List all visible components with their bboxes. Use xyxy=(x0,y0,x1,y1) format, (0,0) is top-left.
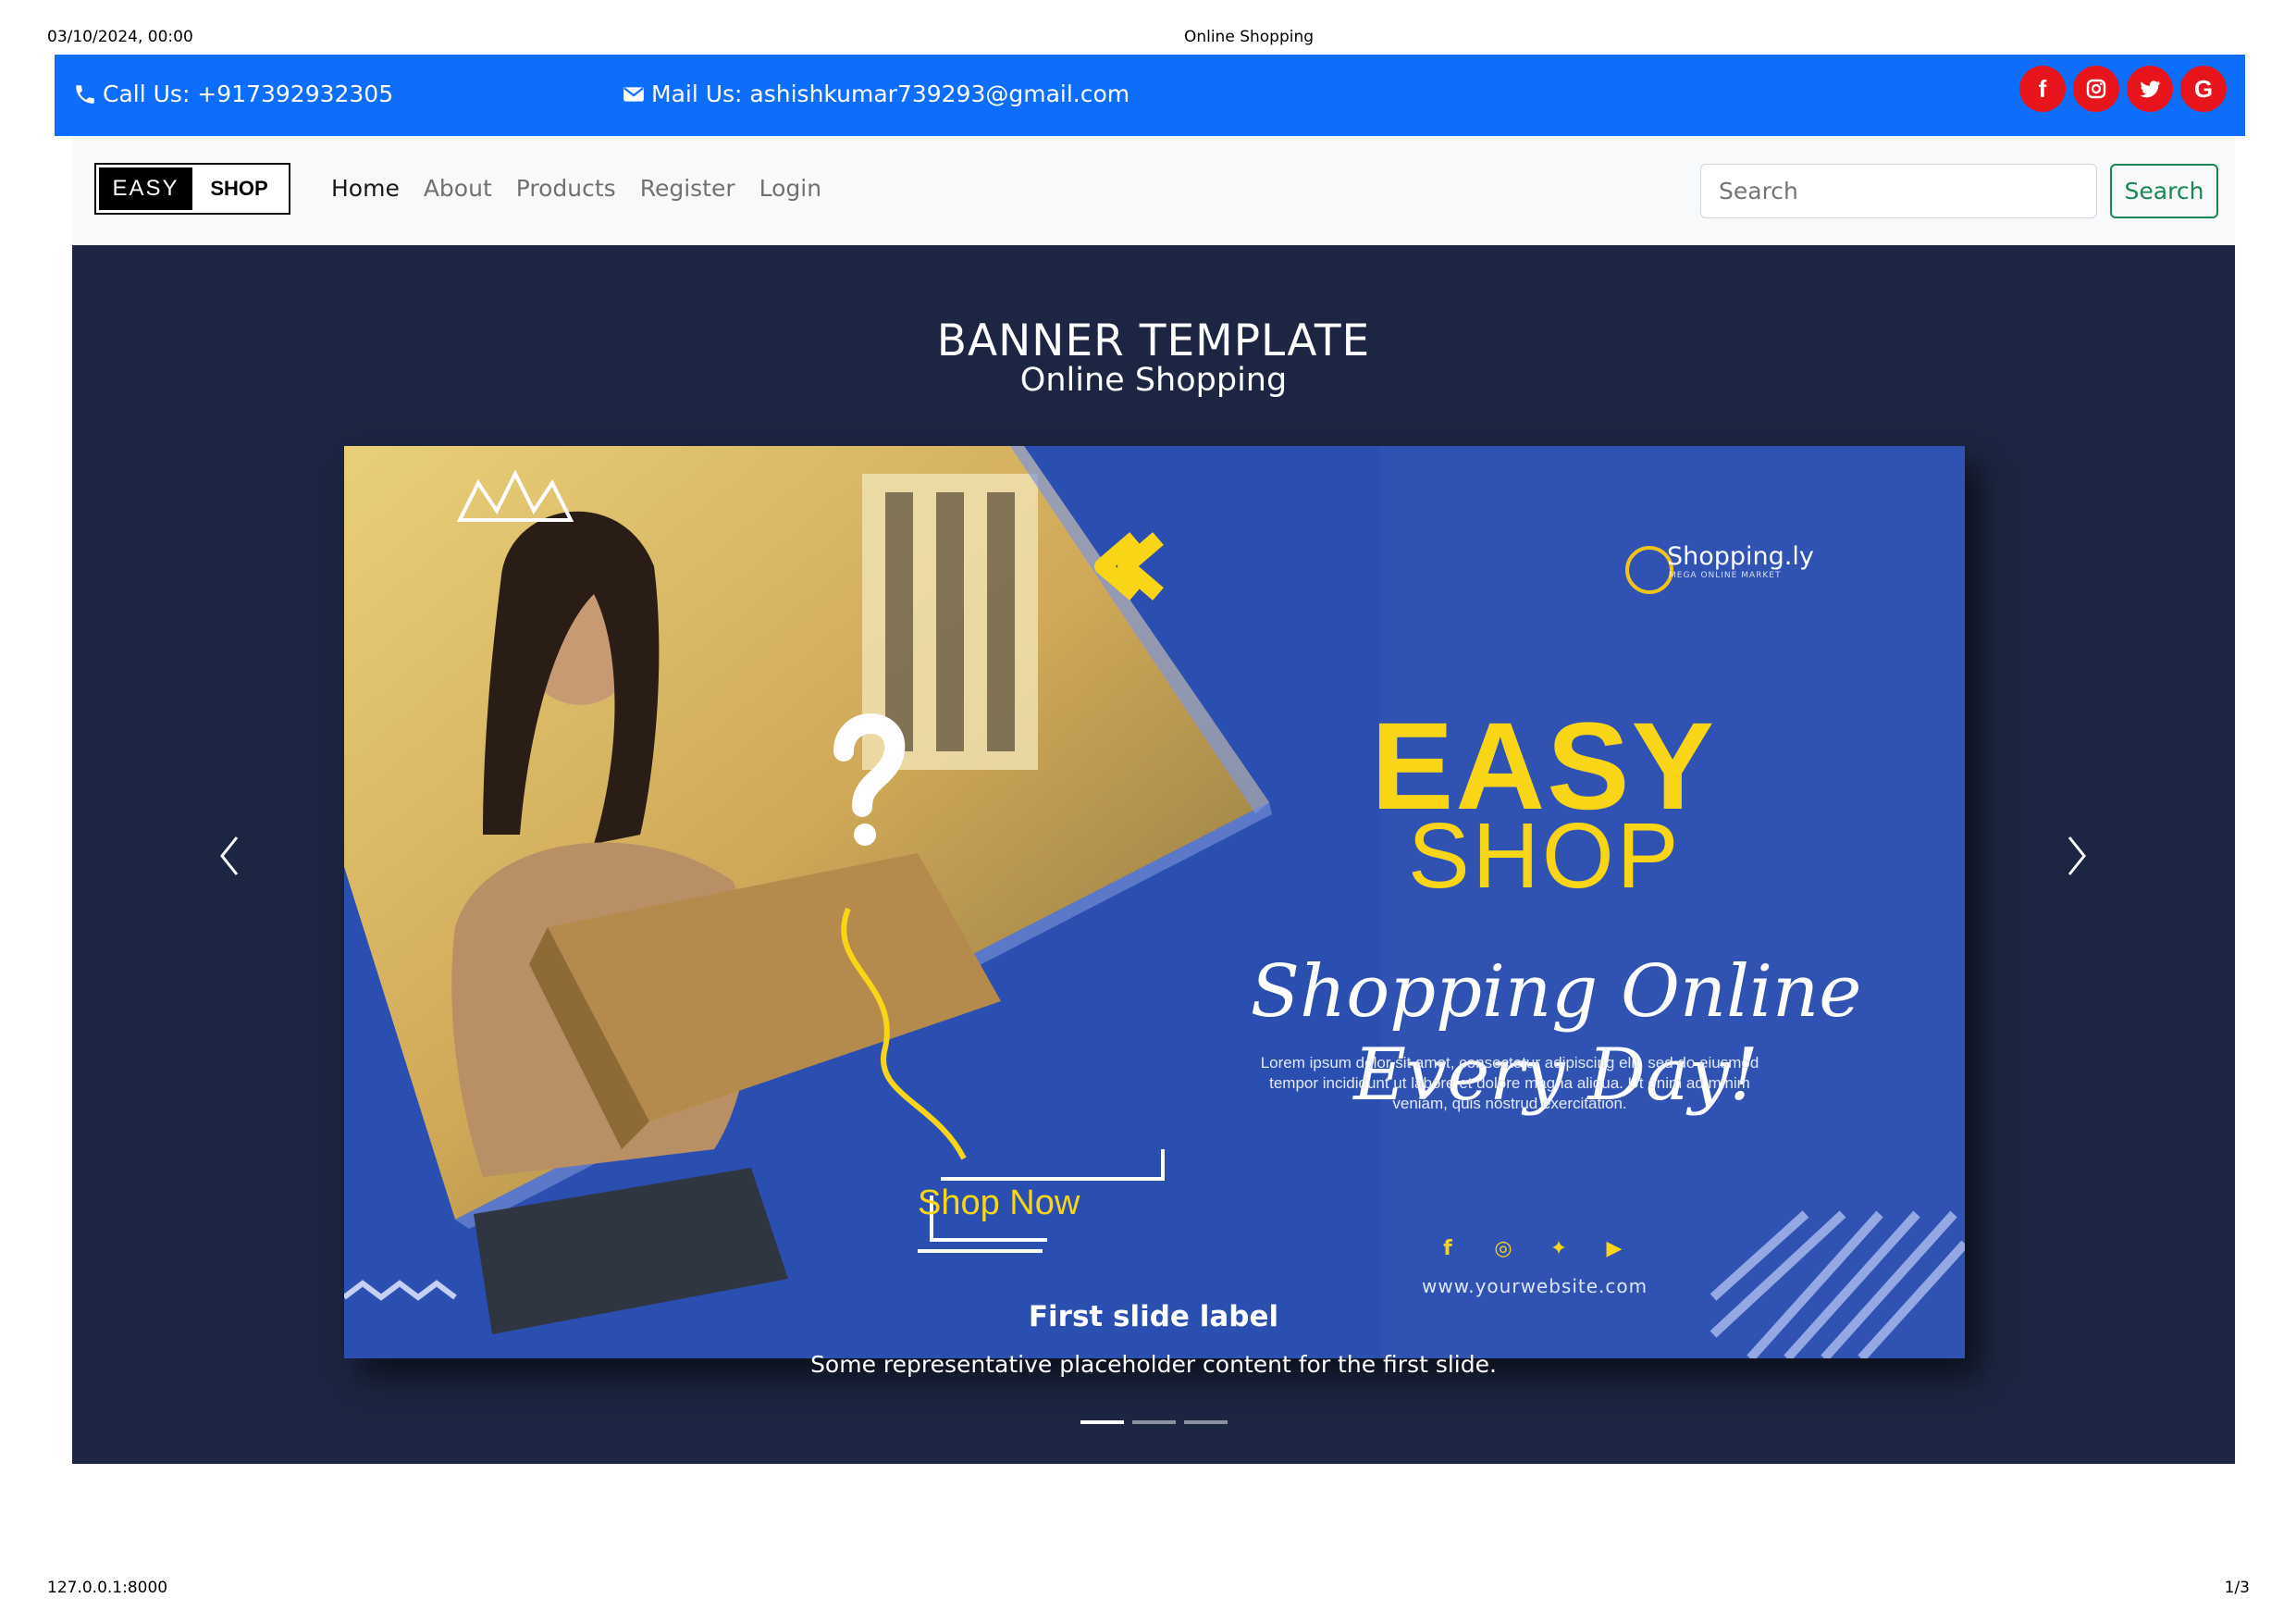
banner-subtitle: Online Shopping xyxy=(1019,362,1288,399)
carousel-prev-icon[interactable] xyxy=(211,828,248,884)
hero-carousel: BANNER TEMPLATE Online Shopping Shopping… xyxy=(72,245,2235,1464)
shop-now-label: Shop Now xyxy=(918,1183,1080,1222)
indicator-2[interactable] xyxy=(1132,1420,1176,1424)
instagram-icon: ◎ xyxy=(1494,1237,1512,1260)
print-page-number: 1/3 xyxy=(2224,1579,2250,1597)
nav-register[interactable]: Register xyxy=(640,175,735,202)
slide-caption-text: Some representative placeholder content … xyxy=(810,1351,1497,1378)
banner-image: Shopping.ly MEGA ONLINE MARKET EASY SHOP… xyxy=(344,446,1965,1358)
envelope-icon xyxy=(623,86,644,102)
instagram-icon[interactable] xyxy=(2073,66,2119,112)
print-title: Online Shopping xyxy=(1183,28,1315,46)
facebook-icon[interactable]: f xyxy=(2019,66,2066,112)
contact-bar: Call Us: +917392932305 Mail Us: ashishku… xyxy=(55,55,2245,136)
brand-logo[interactable]: EASY SHOP xyxy=(94,163,290,215)
nav-login[interactable]: Login xyxy=(759,175,821,202)
carousel-next-icon[interactable] xyxy=(2058,828,2095,884)
banner-shop: SHOP xyxy=(1408,804,1682,908)
banner-website: www.yourwebsite.com xyxy=(1422,1275,1648,1297)
logo-easy: EASY xyxy=(99,167,192,210)
nav-products[interactable]: Products xyxy=(516,175,616,202)
twitter-icon: ✦ xyxy=(1549,1237,1568,1260)
phone-text: Call Us: +917392932305 xyxy=(103,81,394,107)
nav-links: Home About Products Register Login xyxy=(331,175,821,202)
carousel-indicators xyxy=(1080,1420,1228,1424)
shopping-ly-sub: MEGA ONLINE MARKET xyxy=(1669,571,1782,580)
search-button[interactable]: Search xyxy=(2110,164,2218,218)
shopping-ly-logo: Shopping.ly MEGA ONLINE MARKET xyxy=(1667,542,1814,580)
mail-contact[interactable]: Mail Us: ashishkumar739293@gmail.com xyxy=(622,81,1129,107)
search-input[interactable] xyxy=(1700,164,2097,218)
banner-title: BANNER TEMPLATE xyxy=(936,316,1371,366)
facebook-icon: f xyxy=(1443,1237,1452,1260)
banner-lorem: Lorem ipsum dolor sit amet, consectetur … xyxy=(1260,1054,1759,1112)
slide-caption-title: First slide label xyxy=(1028,1300,1279,1333)
nav-home[interactable]: Home xyxy=(331,175,400,202)
social-links: f G xyxy=(2019,66,2227,112)
google-icon[interactable]: G xyxy=(2180,66,2227,112)
indicator-1[interactable] xyxy=(1080,1420,1124,1424)
print-url: 127.0.0.1:8000 xyxy=(47,1579,168,1597)
phone-contact[interactable]: Call Us: +917392932305 xyxy=(73,81,393,107)
banner-socials: f ◎ ✦ ▶ xyxy=(1433,1237,1629,1260)
indicator-3[interactable] xyxy=(1184,1420,1228,1424)
main-navbar: EASY SHOP Home About Products Register L… xyxy=(72,136,2235,245)
shopping-ly-name: Shopping.ly xyxy=(1667,542,1814,571)
logo-shop: SHOP xyxy=(210,177,268,200)
nav-about[interactable]: About xyxy=(424,175,492,202)
phone-icon xyxy=(76,84,94,104)
banner-artwork xyxy=(344,446,1965,1358)
mail-text: Mail Us: ashishkumar739293@gmail.com xyxy=(651,81,1130,107)
youtube-icon: ▶ xyxy=(1606,1237,1623,1260)
twitter-icon[interactable] xyxy=(2127,66,2173,112)
